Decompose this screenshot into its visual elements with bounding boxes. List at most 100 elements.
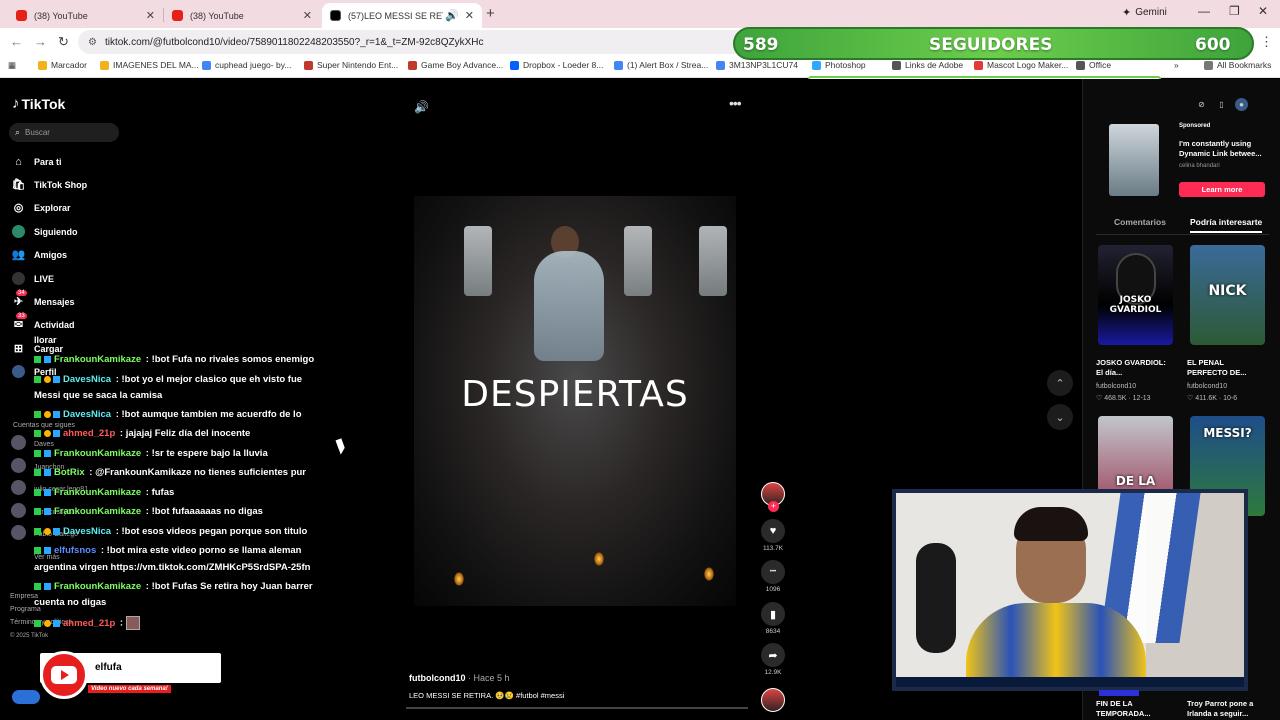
action-share[interactable]: ➦ 12.9K (760, 643, 786, 676)
tab-comentarios[interactable]: Comentarios (1114, 217, 1166, 227)
browser-tab[interactable]: (38) YouTube ✕ (164, 3, 320, 28)
chat-badge-icon (44, 449, 51, 457)
account-avatar[interactable] (11, 435, 26, 450)
chat-badge-icon (44, 582, 51, 590)
recommended-video[interactable]: JOSKO GVARDIOL (1098, 245, 1173, 345)
apps-icon[interactable]: ▦ (8, 60, 16, 71)
device-icon[interactable]: ▯ (1215, 98, 1228, 111)
nav-item-explorar[interactable]: ◎ Explorar (12, 201, 71, 214)
footer-link[interactable]: © 2025 TikTok (10, 633, 48, 639)
bookmark-icon (202, 60, 211, 70)
bookmark-item[interactable]: IMAGENES DEL MA... (100, 60, 199, 70)
more-options-icon[interactable]: ••• (729, 95, 742, 111)
account-avatar[interactable] (11, 480, 26, 495)
video-player[interactable]: DESPIERTAS (414, 196, 736, 606)
address-bar[interactable]: ⚙ tiktok.com/@futbolcond10/video/7589011… (78, 30, 778, 54)
comment-icon[interactable]: ••• (761, 560, 785, 584)
video-title[interactable]: FIN DE LA TEMPORADA... (1096, 699, 1168, 719)
bookmark-icon (812, 60, 821, 70)
bookmark-icon (510, 60, 519, 70)
search-input[interactable]: ⌕ Buscar (9, 123, 119, 142)
account-avatar[interactable] (11, 503, 26, 518)
bookmark-item[interactable]: Super Nintendo Ent... (304, 60, 398, 70)
bookmark-item[interactable]: Office (1076, 60, 1111, 70)
nav-item-actividad[interactable]: ✉ Actividad (12, 318, 75, 331)
nav-label: Mensajes (34, 296, 75, 307)
chat-username: ahmed_21p (63, 428, 116, 439)
bookmark-item[interactable]: 3M13NP3L1CU74 (716, 60, 798, 70)
nav-item-live[interactable]: LIVE (12, 272, 54, 285)
followed-account[interactable]: Daves (34, 441, 54, 448)
heart-icon[interactable]: ♥ (761, 519, 785, 543)
nav-item-mensajes[interactable]: ✈ Mensajes (12, 295, 75, 308)
bookmark-item[interactable]: Marcador (38, 60, 87, 70)
close-window-button[interactable]: ✕ (1258, 4, 1268, 18)
account-avatar[interactable] (11, 458, 26, 473)
back-button[interactable]: ← (10, 34, 23, 49)
volume-icon[interactable]: 🔊 (414, 100, 429, 114)
close-icon[interactable]: ✕ (303, 9, 312, 22)
action-heart[interactable]: ♥ 113.7K (760, 519, 786, 552)
close-icon[interactable]: ✕ (146, 9, 155, 22)
forward-button[interactable]: → (34, 34, 47, 49)
video-title[interactable]: EL PENAL PERFECTO DE... (1187, 358, 1259, 378)
activity-icon: ✉ (13, 319, 24, 331)
previous-video-button[interactable]: ⌃ (1047, 370, 1073, 396)
account-avatar[interactable] (11, 525, 26, 540)
tab-podria-interesarte[interactable]: Podría interesarte (1190, 217, 1263, 233)
video-title[interactable]: JOSKO GVARDIOL: El día... (1096, 358, 1168, 378)
video-author[interactable]: futbolcond10 (409, 673, 466, 683)
tiktok-logo[interactable]: ♪ TikTok (12, 95, 65, 112)
browser-tab[interactable]: (38) YouTube ✕ (8, 3, 163, 28)
reload-button[interactable]: ↻ (58, 34, 69, 50)
webcam-overlay (892, 489, 1248, 691)
chat-message: Messi que se saca la camisa (34, 390, 162, 401)
video-author[interactable]: futbolcond10 (1187, 383, 1227, 390)
speaker-icon[interactable]: 🔊 (445, 9, 459, 22)
bookmark-item[interactable]: (1) Alert Box / Strea... (614, 60, 708, 70)
video-title[interactable]: Troy Parrot pone a Irlanda a seguir... (1187, 699, 1259, 719)
chat-username: DavesNica (63, 409, 112, 420)
ad-thumbnail[interactable] (1109, 124, 1159, 196)
chat-badge-icon (44, 468, 51, 476)
action-bookmark[interactable]: ▮ 8634 (760, 602, 786, 635)
restore-button[interactable]: ❐ (1229, 4, 1240, 18)
bookmark-item[interactable]: Game Boy Advance... (408, 60, 503, 70)
all-bookmarks-button[interactable]: All Bookmarks (1204, 60, 1271, 70)
chat-message: FrankounKamikaze : !bot Fufa no rivales … (34, 354, 314, 365)
nav-item-siguiendo[interactable]: Siguiendo (12, 225, 78, 238)
chat-text: : jajajaj Feliz día del inocente (117, 428, 251, 439)
share-icon[interactable]: ➦ (761, 643, 785, 667)
video-author[interactable]: futbolcond10 (1096, 383, 1136, 390)
bookmark-item[interactable]: cuphead juego- by... (202, 60, 291, 70)
nav-item-para-ti[interactable]: ⌂ Para ti (12, 155, 61, 168)
chat-badge-icon (53, 410, 60, 418)
browser-menu-icon[interactable]: ⋮ (1260, 34, 1273, 50)
bookmark-item[interactable]: Dropbox - Loeder 8... (510, 60, 603, 70)
follow-plus-icon[interactable]: + (768, 501, 779, 512)
bookmark-item[interactable]: Photoshop (812, 60, 866, 70)
new-tab-button[interactable]: + (486, 5, 495, 22)
bookmark-icon[interactable]: ▮ (761, 602, 785, 626)
profile-avatar[interactable]: ● (1235, 98, 1248, 111)
learn-more-button[interactable]: Learn more (1179, 182, 1265, 197)
nav-item-amigos[interactable]: 👥 Amigos (12, 248, 67, 261)
next-video-button[interactable]: ⌄ (1047, 404, 1073, 430)
close-icon[interactable]: ✕ (465, 9, 474, 22)
chat-message: DavesNica : !bot yo el mejor clasico que… (34, 374, 302, 385)
browser-tab-active[interactable]: (57)LEO MESSI SE RETIRA. 🔊 ✕ (322, 3, 482, 28)
gemini-button[interactable]: ✦ Gemini (1122, 6, 1167, 19)
video-author-line[interactable]: futbolcond10 · Hace 5 h (409, 673, 510, 683)
music-disc-avatar[interactable] (761, 688, 785, 712)
more-bookmarks-icon[interactable]: » (1174, 60, 1179, 70)
site-info-icon[interactable]: ⚙ (88, 37, 97, 48)
bookmark-item[interactable]: Links de Adobe (892, 60, 963, 70)
minimize-button[interactable]: — (1198, 4, 1210, 18)
nav-item-tiktok-shop[interactable]: 🛍 TikTok Shop (12, 178, 88, 191)
bookmark-item[interactable]: Mascot Logo Maker... (974, 60, 1068, 70)
compass-icon[interactable]: ⊘ (1195, 98, 1208, 111)
recommended-video[interactable]: NICK (1190, 245, 1265, 345)
action-comment[interactable]: ••• 1096 (760, 560, 786, 593)
chat-message: DavesNica : !bot esos videos pegan porqu… (34, 526, 307, 537)
video-progress-bar[interactable] (406, 707, 748, 709)
